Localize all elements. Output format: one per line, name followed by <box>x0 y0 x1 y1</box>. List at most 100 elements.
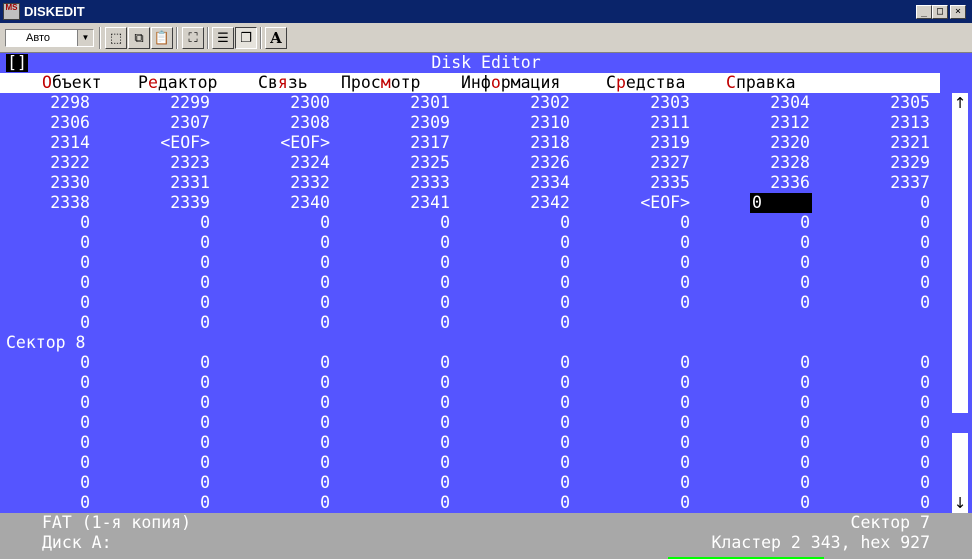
menu-item[interactable]: Связь <box>258 73 308 93</box>
fat-entry[interactable]: 0 <box>20 493 90 513</box>
fat-entry[interactable]: 0 <box>380 273 450 293</box>
background-button[interactable]: ❐ <box>235 27 257 49</box>
fat-entry[interactable]: 0 <box>620 293 690 313</box>
menu-item[interactable]: Просмотр <box>341 73 421 93</box>
fat-entry[interactable]: 2300 <box>260 93 330 113</box>
fat-entry[interactable]: 0 <box>740 473 810 493</box>
fat-entry[interactable]: 2324 <box>260 153 330 173</box>
fat-entry[interactable]: 0 <box>860 453 930 473</box>
fat-entry[interactable]: 0 <box>380 453 450 473</box>
fat-entry[interactable]: 0 <box>380 493 450 513</box>
fat-entry[interactable]: 0 <box>260 213 330 233</box>
fat-entry[interactable]: 0 <box>260 313 330 333</box>
fat-entry[interactable]: 0 <box>20 393 90 413</box>
fat-entry[interactable]: 0 <box>260 393 330 413</box>
fat-entry[interactable]: 2332 <box>260 173 330 193</box>
fat-entry[interactable]: <EOF> <box>140 133 210 153</box>
fat-entry[interactable]: 0 <box>500 413 570 433</box>
fat-entry[interactable]: 0 <box>500 293 570 313</box>
fat-entry[interactable]: 0 <box>140 233 210 253</box>
fat-entry[interactable]: 2314 <box>20 133 90 153</box>
selected-cell[interactable]: 0 <box>750 193 812 213</box>
fat-entry[interactable]: 0 <box>140 293 210 313</box>
fullscreen-button[interactable]: ⛶ <box>182 27 204 49</box>
fat-entry[interactable]: 2302 <box>500 93 570 113</box>
fat-entry[interactable]: 2336 <box>740 173 810 193</box>
fat-entry[interactable]: 0 <box>140 273 210 293</box>
fat-entry[interactable]: 0 <box>860 253 930 273</box>
fat-entry[interactable]: 0 <box>380 413 450 433</box>
fat-entry[interactable]: 0 <box>860 413 930 433</box>
fat-entry[interactable]: 0 <box>860 233 930 253</box>
fat-entry[interactable]: 0 <box>500 453 570 473</box>
fat-entry[interactable]: 0 <box>740 213 810 233</box>
fat-entry[interactable]: 0 <box>20 273 90 293</box>
fat-entry[interactable]: 0 <box>620 233 690 253</box>
fat-entry[interactable]: 0 <box>620 473 690 493</box>
fat-entry[interactable]: 0 <box>620 493 690 513</box>
fat-entry[interactable]: 2299 <box>140 93 210 113</box>
fat-entry[interactable]: 2342 <box>500 193 570 213</box>
menu-item[interactable]: Редактор <box>138 73 217 93</box>
fat-entry[interactable]: 0 <box>20 433 90 453</box>
fat-entry[interactable]: 0 <box>140 313 210 333</box>
fat-entry[interactable]: 2329 <box>860 153 930 173</box>
fat-entry[interactable]: 0 <box>140 473 210 493</box>
fat-entry[interactable]: 0 <box>380 393 450 413</box>
fat-entry[interactable]: 0 <box>260 293 330 313</box>
fat-entry[interactable]: 0 <box>620 213 690 233</box>
fat-entry[interactable]: 0 <box>860 213 930 233</box>
fat-entry[interactable]: 0 <box>260 353 330 373</box>
fat-entry[interactable]: 0 <box>500 253 570 273</box>
fat-entry[interactable]: 0 <box>380 313 450 333</box>
minimize-button[interactable]: _ <box>916 5 932 19</box>
fat-entry[interactable]: 0 <box>620 253 690 273</box>
fat-entry[interactable]: 0 <box>500 313 570 333</box>
fat-entry[interactable]: 0 <box>140 393 210 413</box>
fat-entry[interactable]: 2301 <box>380 93 450 113</box>
fat-entry[interactable]: 0 <box>20 313 90 333</box>
chevron-down-icon[interactable]: ▼ <box>77 30 93 46</box>
scroll-up-icon[interactable]: ↑ <box>952 93 968 113</box>
fat-entry[interactable]: 0 <box>620 393 690 413</box>
fat-entry[interactable]: 2323 <box>140 153 210 173</box>
fat-entry[interactable]: 0 <box>20 413 90 433</box>
fat-entry[interactable]: 0 <box>620 353 690 373</box>
fat-entry[interactable]: 2328 <box>740 153 810 173</box>
fat-entry[interactable]: 0 <box>380 233 450 253</box>
fat-entry[interactable]: 2335 <box>620 173 690 193</box>
fat-entry[interactable]: 0 <box>140 433 210 453</box>
fat-entry[interactable]: 0 <box>260 473 330 493</box>
menu-item[interactable]: Средства <box>606 73 685 93</box>
properties-button[interactable]: ☰ <box>212 27 234 49</box>
maximize-button[interactable]: □ <box>932 5 948 19</box>
fat-entry[interactable]: 2320 <box>740 133 810 153</box>
fat-entry[interactable]: 0 <box>500 233 570 253</box>
fat-entry[interactable]: 0 <box>20 233 90 253</box>
fat-entry[interactable]: 2303 <box>620 93 690 113</box>
fat-entry[interactable]: 0 <box>20 213 90 233</box>
fat-entry[interactable]: 2339 <box>140 193 210 213</box>
fat-entry[interactable]: 0 <box>500 493 570 513</box>
fat-entry[interactable]: 2304 <box>740 93 810 113</box>
fat-entry[interactable]: 2309 <box>380 113 450 133</box>
fat-entry[interactable]: 2337 <box>860 173 930 193</box>
fat-entry[interactable]: 0 <box>20 253 90 273</box>
fat-entry[interactable]: 0 <box>140 453 210 473</box>
fat-entry[interactable]: 0 <box>740 493 810 513</box>
vertical-scrollbar[interactable]: ↑ ↓ <box>952 93 968 513</box>
fat-entry[interactable]: 0 <box>140 253 210 273</box>
fat-entry[interactable]: 0 <box>20 373 90 393</box>
fat-entry[interactable]: 0 <box>740 353 810 373</box>
fat-entry[interactable]: <EOF> <box>260 133 330 153</box>
fat-entry[interactable]: 0 <box>380 473 450 493</box>
fat-entry[interactable]: 2313 <box>860 113 930 133</box>
fat-entry[interactable]: 0 <box>140 353 210 373</box>
fat-entry[interactable]: 0 <box>380 253 450 273</box>
fat-entry[interactable]: 0 <box>260 493 330 513</box>
fat-entry[interactable]: 0 <box>860 393 930 413</box>
fat-entry[interactable]: 0 <box>20 473 90 493</box>
fat-entry[interactable]: 0 <box>140 493 210 513</box>
fat-entry[interactable]: 0 <box>740 413 810 433</box>
fat-entry[interactable]: 0 <box>860 373 930 393</box>
